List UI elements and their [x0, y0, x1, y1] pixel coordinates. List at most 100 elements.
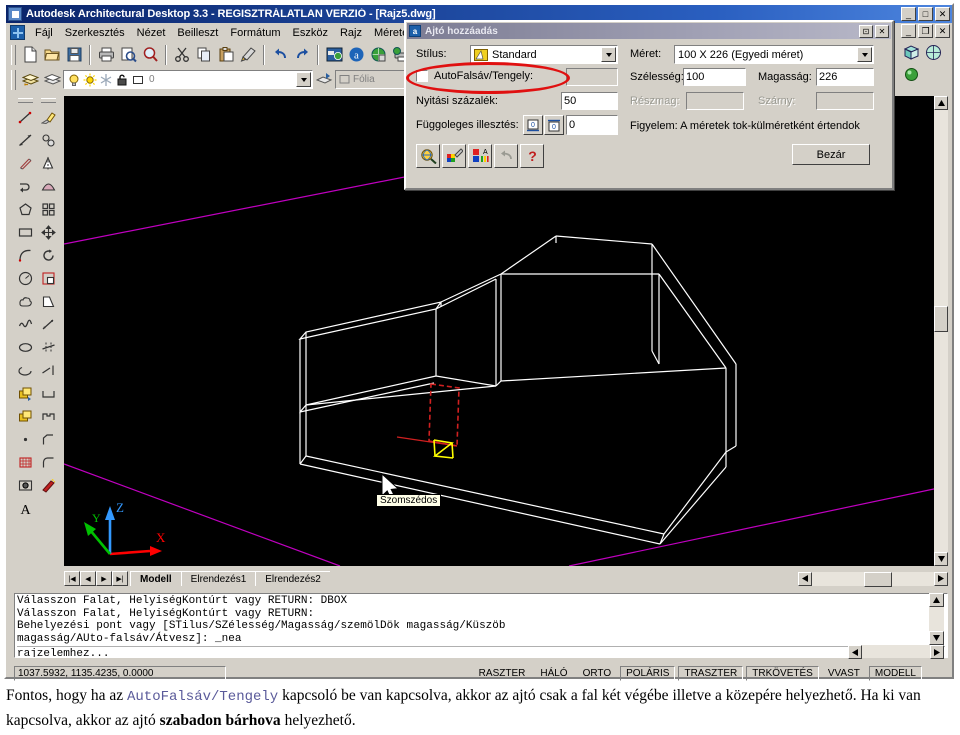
vertical-alignment-field[interactable]: 0: [566, 115, 618, 135]
coordinate-display[interactable]: 1037.5932, 1135.4235, 0.0000: [14, 666, 226, 681]
tab-navigation[interactable]: |◀ ◀ ▶ ▶|: [64, 571, 128, 586]
tab-next-button[interactable]: ▶: [96, 571, 112, 586]
maximize-button[interactable]: □: [918, 7, 933, 21]
rollup-button[interactable]: ⊡: [859, 24, 873, 38]
tab-last-button[interactable]: ▶|: [112, 571, 128, 586]
status-button-halo[interactable]: HÁLÓ: [534, 666, 573, 681]
match-properties-icon[interactable]: [237, 44, 259, 66]
print-icon[interactable]: [95, 44, 117, 66]
autofalsav-checkbox-row[interactable]: AutoFalsáv/Tengely:: [416, 70, 533, 82]
autofalsav-checkbox[interactable]: [416, 70, 428, 82]
scroll-left-button[interactable]: [798, 571, 812, 586]
height-field[interactable]: 226: [816, 68, 874, 86]
scroll-down-button[interactable]: [929, 631, 944, 645]
command-horizontal-scrollbar[interactable]: [848, 645, 944, 659]
status-button-traszter[interactable]: TRASZTER: [678, 666, 744, 681]
dialog-controls[interactable]: ⊡ ✕: [859, 24, 889, 38]
scroll-up-button[interactable]: [929, 593, 944, 607]
isometric-view-icon[interactable]: [900, 41, 922, 63]
scroll-down-button[interactable]: [934, 552, 948, 566]
vertical-align-top-button[interactable]: 0: [544, 115, 564, 135]
move-icon[interactable]: [38, 221, 60, 244]
scroll-thumb[interactable]: [864, 571, 892, 587]
autofalsav-field[interactable]: [566, 68, 618, 86]
status-button-vvast[interactable]: VVAST: [822, 666, 866, 681]
launch-browser-icon[interactable]: [323, 44, 345, 66]
paste-icon[interactable]: [215, 44, 237, 66]
copy-object-icon[interactable]: [38, 129, 60, 152]
toolbar-grip[interactable]: [18, 98, 33, 103]
paint-properties-icon[interactable]: [442, 144, 466, 168]
canvas-vertical-scrollbar[interactable]: [934, 96, 948, 566]
status-button-orto[interactable]: ORTO: [577, 666, 618, 681]
mirror-icon[interactable]: [38, 152, 60, 175]
insert-block-icon[interactable]: [15, 382, 37, 405]
scroll-thumb[interactable]: [934, 306, 948, 332]
menu-item-rajz[interactable]: Rajz: [334, 25, 368, 41]
close-dialog-button[interactable]: Bezár: [792, 144, 870, 165]
point-icon[interactable]: [15, 428, 37, 451]
erase-icon[interactable]: [38, 106, 60, 129]
undo-icon[interactable]: [494, 144, 518, 168]
print-preview-icon[interactable]: [117, 44, 139, 66]
layer-previous-icon[interactable]: [41, 69, 63, 91]
shading-icon[interactable]: [922, 41, 944, 63]
new-icon[interactable]: [19, 44, 41, 66]
tab-modell[interactable]: Modell: [130, 571, 181, 586]
chevron-down-icon[interactable]: [601, 47, 616, 62]
open-icon[interactable]: [41, 44, 63, 66]
array-icon[interactable]: [38, 198, 60, 221]
rectangle-icon[interactable]: [15, 221, 37, 244]
leaf-field[interactable]: [686, 92, 744, 110]
status-button-raszter[interactable]: RASZTER: [473, 666, 532, 681]
save-icon[interactable]: [63, 44, 85, 66]
minimize-button[interactable]: _: [901, 7, 916, 21]
stretch-icon[interactable]: [38, 290, 60, 313]
make-block-icon[interactable]: [15, 405, 37, 428]
mdi-window-controls[interactable]: _ ❐ ✕: [901, 24, 950, 38]
make-object-layer-current-icon[interactable]: [313, 69, 335, 91]
opening-percent-field[interactable]: 50: [561, 92, 618, 110]
scroll-track[interactable]: [812, 571, 934, 587]
ellipse-arc-icon[interactable]: [15, 359, 37, 382]
tab-first-button[interactable]: |◀: [64, 571, 80, 586]
add-door-dialog[interactable]: a Ajtó hozzáadás ⊡ ✕ Stílus: Standard Mé…: [404, 20, 894, 190]
scroll-track[interactable]: [934, 110, 948, 552]
menu-item-beilleszt[interactable]: Beilleszt: [171, 25, 224, 41]
line-icon[interactable]: [15, 106, 37, 129]
status-button-modell[interactable]: MODELL: [868, 666, 922, 681]
explode-icon[interactable]: [38, 474, 60, 497]
size-combo[interactable]: 100 X 226 (Egyedi méret): [674, 45, 874, 64]
vertical-align-baseline-button[interactable]: 0: [523, 115, 543, 135]
status-button-trkovetes[interactable]: TRKÖVETÉS: [746, 666, 819, 681]
ellipse-icon[interactable]: [15, 336, 37, 359]
multiline-icon[interactable]: [15, 152, 37, 175]
dialog-title-bar[interactable]: a Ajtó hozzáadás ⊡ ✕: [407, 23, 891, 39]
scroll-up-button[interactable]: [934, 96, 948, 110]
window-controls[interactable]: _ □ ✕: [901, 7, 950, 21]
object-viewer-icon[interactable]: [416, 144, 440, 168]
scroll-track[interactable]: [929, 607, 944, 631]
hatch-icon[interactable]: [15, 451, 37, 474]
autocad-designcenter-icon[interactable]: a: [345, 44, 367, 66]
scroll-right-button[interactable]: [930, 645, 944, 659]
polyline-icon[interactable]: [15, 175, 37, 198]
menu-item-szerkesztes[interactable]: Szerkesztés: [59, 25, 131, 41]
tab-elrendezes2[interactable]: Elrendezés2: [255, 571, 330, 586]
wing-field[interactable]: [816, 92, 874, 110]
layer-manager-icon[interactable]: [19, 69, 41, 91]
find-icon[interactable]: [139, 44, 161, 66]
trim-icon[interactable]: [38, 336, 60, 359]
tab-prev-button[interactable]: ◀: [80, 571, 96, 586]
scroll-right-button[interactable]: [934, 571, 948, 586]
rotate-icon[interactable]: [38, 244, 60, 267]
toolbar-grip[interactable]: [11, 69, 16, 90]
scale-icon[interactable]: [38, 267, 60, 290]
width-field[interactable]: 100: [683, 68, 746, 86]
close-button[interactable]: ✕: [935, 7, 950, 21]
mdi-close-button[interactable]: ✕: [935, 24, 950, 38]
redo-icon[interactable]: [291, 44, 313, 66]
fillet-icon[interactable]: [38, 451, 60, 474]
text-icon[interactable]: A: [15, 497, 37, 520]
scroll-left-button[interactable]: [848, 645, 862, 659]
